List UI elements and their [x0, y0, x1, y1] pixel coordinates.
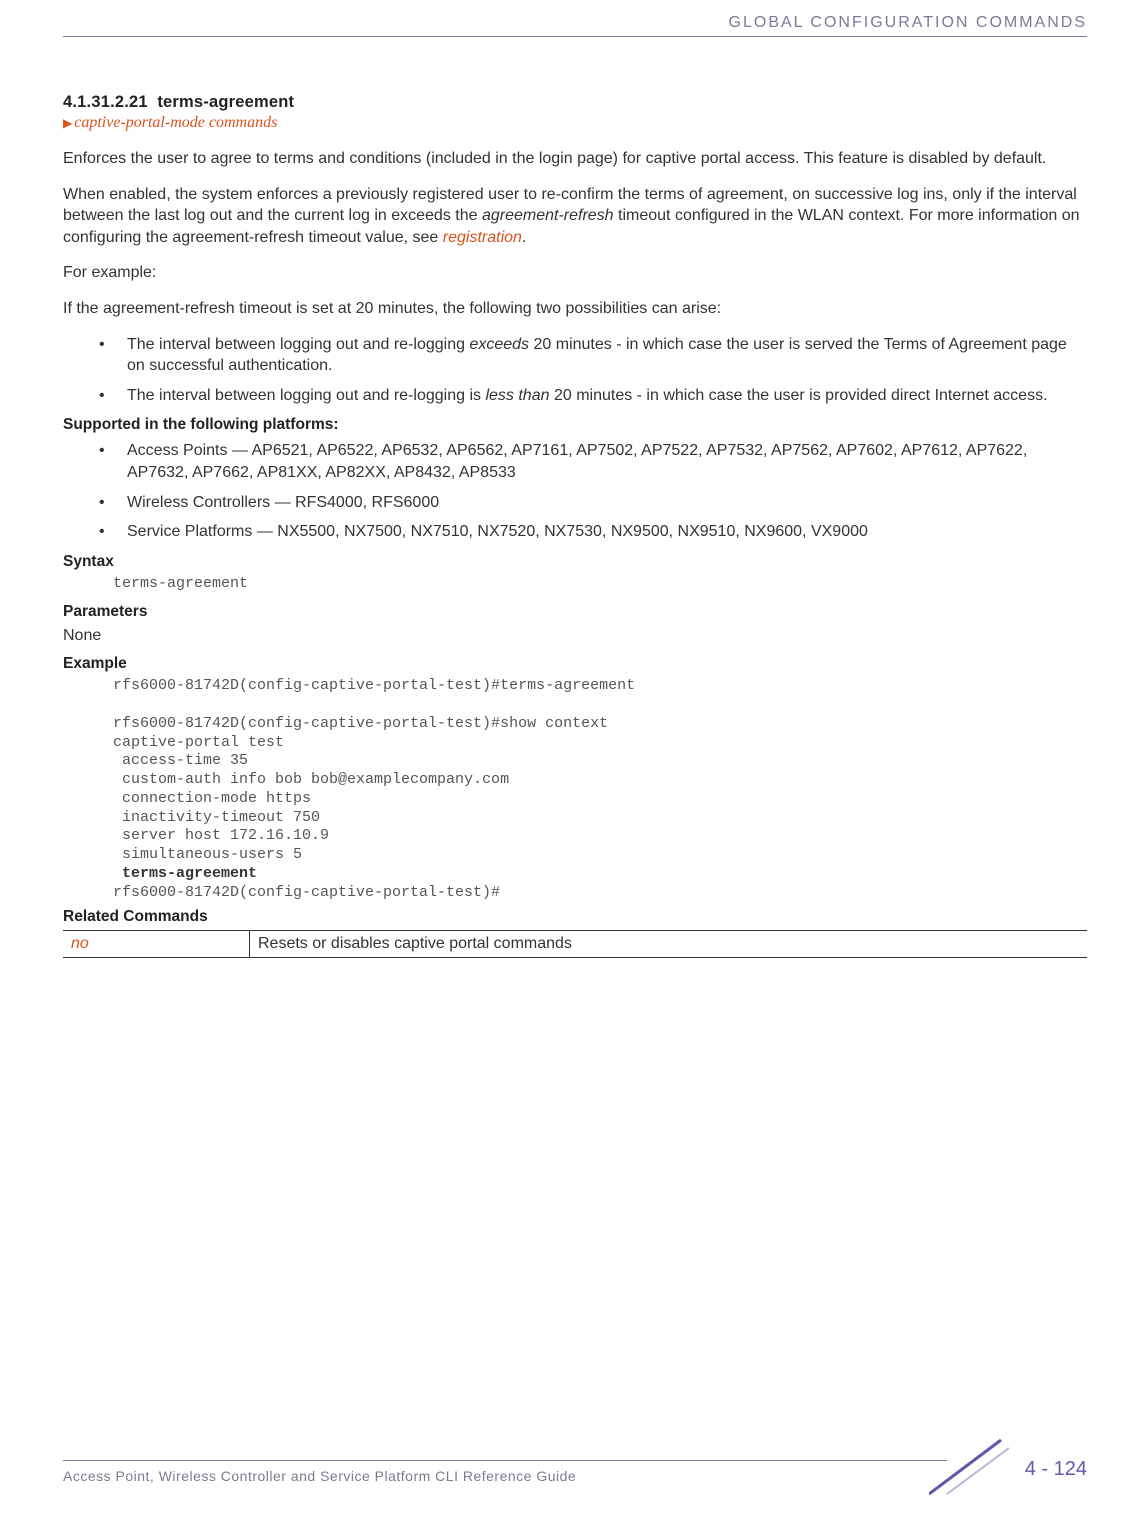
list-item: Service Platforms — NX5500, NX7500, NX75… [127, 521, 1087, 543]
list-item: The interval between logging out and re-… [127, 334, 1087, 377]
page-footer: Access Point, Wireless Controller and Se… [0, 1416, 1127, 1516]
parameters-value: None [63, 627, 1087, 645]
for-example-label: For example: [63, 262, 1087, 284]
page-container: GLOBAL CONFIGURATION COMMANDS 4.1.31.2.2… [0, 0, 1127, 1416]
supported-heading: Supported in the following platforms: [63, 416, 1087, 434]
related-cmd-desc: Resets or disables captive portal comman… [250, 931, 1088, 958]
code-text: rfs6000-81742D(config-captive-portal-tes… [113, 884, 500, 901]
syntax-heading: Syntax [63, 553, 1087, 571]
code-text: rfs6000-81742D(config-captive-portal-tes… [113, 677, 635, 882]
intro-paragraph-1: Enforces the user to agree to terms and … [63, 148, 1087, 170]
example-heading: Example [63, 655, 1087, 673]
text-fragment: The interval between logging out and re-… [127, 387, 485, 404]
list-item: Wireless Controllers — RFS4000, RFS6000 [127, 492, 1087, 514]
breadcrumb[interactable]: ▶captive-portal-mode commands [63, 114, 1087, 132]
table-row: no Resets or disables captive portal com… [63, 931, 1087, 958]
possibility-list: The interval between logging out and re-… [63, 334, 1087, 407]
footer-wedge-icon [929, 1436, 1009, 1496]
related-cmd-link[interactable]: no [63, 931, 250, 958]
example-intro: If the agreement-refresh timeout is set … [63, 298, 1087, 320]
footer-rule [63, 1460, 947, 1461]
related-commands-table: no Resets or disables captive portal com… [63, 930, 1087, 958]
text-fragment: 20 minutes - in which case the user is p… [550, 387, 1048, 404]
footer-doc-title: Access Point, Wireless Controller and Se… [63, 1468, 576, 1484]
breadcrumb-arrow-icon: ▶ [63, 116, 72, 130]
section-title: terms-agreement [157, 93, 294, 111]
intro-paragraph-2: When enabled, the system enforces a prev… [63, 184, 1087, 249]
list-item: Access Points — AP6521, AP6522, AP6532, … [127, 440, 1087, 483]
code-bold: terms-agreement [122, 865, 257, 882]
running-header: GLOBAL CONFIGURATION COMMANDS [63, 14, 1087, 37]
page-number: 4 - 124 [1025, 1458, 1087, 1481]
example-code: rfs6000-81742D(config-captive-portal-tes… [113, 677, 1087, 902]
section-number: 4.1.31.2.21 [63, 93, 148, 111]
text-fragment: . [522, 229, 526, 246]
text-em: exceeds [469, 336, 529, 353]
supported-list: Access Points — AP6521, AP6522, AP6532, … [63, 440, 1087, 542]
registration-link[interactable]: registration [443, 229, 522, 246]
section-heading: 4.1.31.2.21 terms-agreement [63, 93, 1087, 112]
text-em: less than [485, 387, 549, 404]
related-heading: Related Commands [63, 908, 1087, 926]
syntax-code: terms-agreement [113, 575, 1087, 594]
breadcrumb-text: captive-portal-mode commands [74, 114, 277, 131]
text-em: agreement-refresh [482, 207, 614, 224]
text-fragment: The interval between logging out and re-… [127, 336, 469, 353]
parameters-heading: Parameters [63, 603, 1087, 621]
list-item: The interval between logging out and re-… [127, 385, 1087, 407]
